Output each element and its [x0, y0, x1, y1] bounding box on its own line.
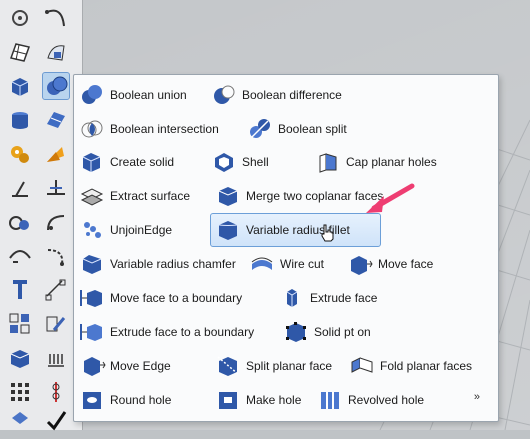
project-icon[interactable]	[42, 174, 70, 202]
fold-planar-faces-icon	[348, 352, 376, 380]
command-label: Extrude face	[310, 291, 378, 305]
command-label: Fold planar faces	[380, 359, 473, 373]
solid-tools-flyout: Boolean union Boolean difference Boolean…	[73, 74, 499, 422]
unjoin-edge-button[interactable]: UnjoinEdge	[78, 216, 172, 244]
make-hole-icon	[214, 386, 242, 414]
box-blue-icon[interactable]	[6, 344, 34, 372]
merge-faces-icon	[214, 182, 242, 210]
surface-edit-icon[interactable]	[42, 38, 70, 66]
command-label: Shell	[242, 155, 269, 169]
curve-tool-icon[interactable]	[42, 242, 70, 270]
hatch-icon[interactable]	[42, 344, 70, 372]
move-edge-icon	[78, 352, 106, 380]
boolean-intersection-icon	[78, 115, 106, 143]
boolean-union-button[interactable]: Boolean union	[78, 81, 187, 109]
command-label: UnjoinEdge	[110, 223, 173, 237]
command-label: Move Edge	[110, 359, 171, 373]
wire-cut-button[interactable]: Wire cut	[248, 250, 324, 278]
command-label: Cap planar holes	[346, 155, 437, 169]
split-planar-face-icon	[214, 352, 242, 380]
boolean-difference-icon	[210, 81, 238, 109]
extrude-face-boundary-button[interactable]: Extrude face to a boundary	[78, 318, 254, 346]
surface-icon[interactable]	[6, 38, 34, 66]
cap-planar-holes-icon	[314, 148, 342, 176]
command-label: Boolean split	[278, 122, 347, 136]
command-label: Move face to a boundary	[110, 291, 243, 305]
revolved-hole-icon	[316, 386, 344, 414]
hand-cursor-icon	[321, 224, 334, 242]
cap-planar-holes-button[interactable]: Cap planar holes	[314, 148, 437, 176]
boolean-union-icon	[78, 81, 106, 109]
edit-icon[interactable]	[42, 310, 70, 338]
move-face-button[interactable]: Move face	[346, 250, 433, 278]
boolean-split-icon	[246, 115, 274, 143]
unjoin-edge-icon	[78, 216, 106, 244]
grid-icon[interactable]	[6, 310, 34, 338]
array-icon[interactable]	[6, 378, 34, 406]
command-label: Wire cut	[280, 257, 325, 271]
move-edge-button[interactable]: Move Edge	[78, 352, 171, 380]
dimension-icon[interactable]	[42, 276, 70, 304]
arc-icon[interactable]	[6, 242, 34, 270]
round-hole-button[interactable]: Round hole	[78, 386, 171, 414]
command-label: Boolean difference	[242, 88, 342, 102]
variable-radius-fillet-button[interactable]: Variable radius fillet	[210, 213, 381, 247]
shell-button[interactable]: Shell	[210, 148, 269, 176]
extrude-face-button[interactable]: Extrude face	[278, 284, 377, 312]
extract-surface-button[interactable]: Extract surface	[78, 182, 190, 210]
boolean-difference-button[interactable]: Boolean difference	[210, 81, 342, 109]
gear-puzzle-icon[interactable]	[6, 140, 34, 168]
solid-pt-on-button[interactable]: Solid pt on	[282, 318, 371, 346]
shell-icon	[210, 148, 238, 176]
merge-faces-button[interactable]: Merge two coplanar faces	[214, 182, 383, 210]
cylinder-icon[interactable]	[6, 106, 34, 134]
pipe-icon[interactable]	[42, 378, 70, 406]
curve-fillet-icon[interactable]	[42, 208, 70, 236]
make-hole-button[interactable]: Make hole	[214, 386, 301, 414]
extrude-face-boundary-icon	[78, 318, 106, 346]
fold-planar-faces-button[interactable]: Fold planar faces	[348, 352, 472, 380]
boolean-icon[interactable]	[42, 72, 70, 100]
move-face-icon	[346, 250, 374, 278]
command-label: Split planar face	[246, 359, 333, 373]
boolean-intersection-button[interactable]: Boolean intersection	[78, 115, 219, 143]
command-label: Extract surface	[110, 189, 191, 203]
command-label: Revolved hole	[348, 393, 425, 407]
command-label: Move face	[378, 257, 434, 271]
command-label: Round hole	[110, 393, 172, 407]
command-label: Create solid	[110, 155, 175, 169]
command-label: Boolean intersection	[110, 122, 219, 136]
variable-radius-chamfer-button[interactable]: Variable radius chamfer	[78, 250, 236, 278]
polysurface-icon[interactable]	[42, 106, 70, 134]
command-label: Solid pt on	[314, 325, 371, 339]
extract-surface-icon	[78, 182, 106, 210]
round-hole-icon	[78, 386, 106, 414]
extrude-face-icon	[278, 284, 306, 312]
analyze-icon[interactable]	[6, 174, 34, 202]
sphere-group-icon[interactable]	[6, 208, 34, 236]
variable-radius-chamfer-icon	[78, 250, 106, 278]
orange-arrow-icon[interactable]	[42, 140, 70, 168]
more-button[interactable]: »	[474, 391, 480, 403]
boolean-split-button[interactable]: Boolean split	[246, 115, 347, 143]
text-icon[interactable]	[6, 276, 34, 304]
point-icon[interactable]	[6, 4, 34, 32]
move-face-boundary-icon	[78, 284, 106, 312]
command-label: Boolean union	[110, 88, 187, 102]
create-solid-icon	[78, 148, 106, 176]
box-icon[interactable]	[6, 72, 34, 100]
command-label: Variable radius chamfer	[110, 257, 236, 271]
curve-icon[interactable]	[42, 4, 70, 32]
revolved-hole-button[interactable]: Revolved hole	[316, 386, 424, 414]
command-label: Make hole	[246, 393, 302, 407]
command-label: Extrude face to a boundary	[110, 325, 255, 339]
solid-pt-on-icon	[282, 318, 310, 346]
variable-radius-fillet-icon	[214, 216, 242, 244]
annotation-arrow-icon	[366, 183, 415, 213]
move-face-boundary-button[interactable]: Move face to a boundary	[78, 284, 242, 312]
create-solid-button[interactable]: Create solid	[78, 148, 174, 176]
split-planar-face-button[interactable]: Split planar face	[214, 352, 332, 380]
left-toolbar	[0, 0, 83, 431]
wire-cut-icon	[248, 250, 276, 278]
